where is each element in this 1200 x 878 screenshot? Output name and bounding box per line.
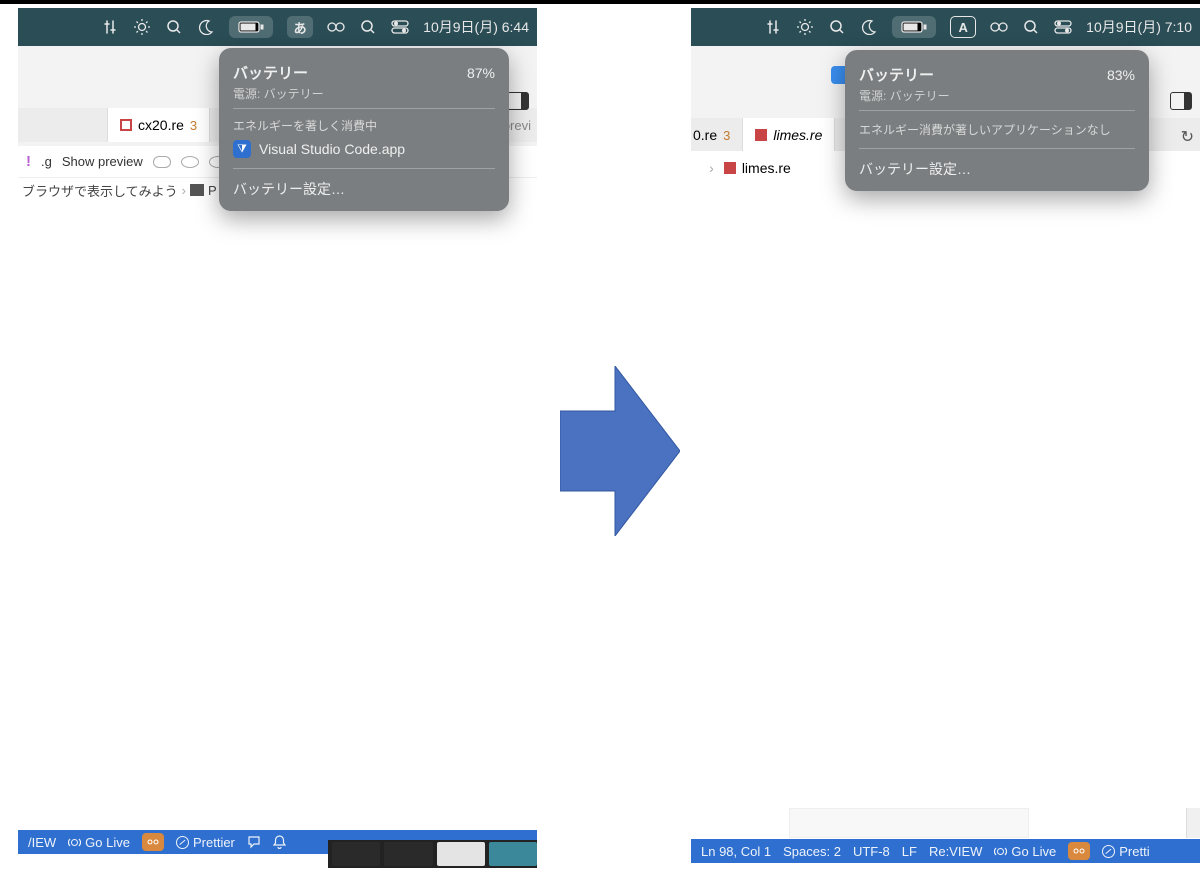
- energy-section: エネルギー消費が著しいアプリケーションなし: [859, 115, 1135, 144]
- tools-icon[interactable]: [764, 18, 782, 36]
- tab-badge: 3: [723, 128, 730, 143]
- app-name: Visual Studio Code.app: [259, 141, 405, 157]
- panel-toggle-icon[interactable]: [507, 92, 529, 110]
- thumb[interactable]: [384, 842, 432, 866]
- thumb[interactable]: [437, 842, 485, 866]
- macos-menubar: あ 10月9日(月) 6:44: [18, 8, 537, 46]
- dock-thumbnails: [328, 840, 537, 868]
- prettier-icon: [1102, 845, 1115, 858]
- status-golive[interactable]: Go Live: [68, 835, 130, 850]
- vscode-statusbar: Ln 98, Col 1 Spaces: 2 UTF-8 LF Re:VIEW …: [691, 839, 1200, 863]
- copilot-icon[interactable]: [142, 833, 164, 851]
- divider: [859, 110, 1135, 111]
- battery-percent: 87%: [467, 65, 495, 81]
- status-eol[interactable]: LF: [902, 844, 917, 859]
- energy-section: エネルギーを著しく消費中: [233, 113, 495, 136]
- tab-cx20[interactable]: cx20.re 3: [108, 108, 210, 142]
- spotlight-icon[interactable]: [1022, 18, 1040, 36]
- tab-badge: 3: [190, 118, 197, 133]
- battery-popover: バッテリー 83% 電源: バッテリー エネルギー消費が著しいアプリケーションな…: [845, 50, 1149, 191]
- link-icon[interactable]: [327, 18, 345, 36]
- bell-icon[interactable]: [273, 835, 286, 849]
- tab-label: limes.re: [773, 127, 822, 143]
- tab-limes-2[interactable]: limes.re: [718, 151, 803, 174]
- battery-settings-link[interactable]: バッテリー設定…: [233, 173, 495, 201]
- battery-popover: バッテリー 87% 電源: バッテリー エネルギーを著しく消費中 ⧩ Visua…: [219, 48, 509, 211]
- magnify-icon[interactable]: [828, 18, 846, 36]
- toggle-icon[interactable]: [153, 156, 171, 168]
- ime-indicator[interactable]: A: [950, 16, 976, 38]
- refresh-icon[interactable]: ↻: [1181, 127, 1194, 147]
- file-icon: [120, 119, 132, 131]
- status-encoding[interactable]: UTF-8: [853, 844, 890, 859]
- battery-menu-icon[interactable]: [229, 16, 273, 38]
- thumb[interactable]: [332, 842, 380, 866]
- tab-partial[interactable]: 0.re 3: [691, 118, 743, 152]
- battery-menu-icon[interactable]: [892, 16, 936, 38]
- show-preview[interactable]: Show preview: [62, 154, 143, 169]
- status-lang[interactable]: Re:VIEW: [929, 844, 982, 859]
- power-source: 電源: バッテリー: [233, 85, 495, 102]
- tab-label: 0.re: [693, 127, 717, 143]
- moon-icon[interactable]: [197, 18, 215, 36]
- magnify-icon[interactable]: [165, 18, 183, 36]
- tab-label: limes.re: [742, 160, 791, 174]
- status-prettier[interactable]: Prettier: [176, 835, 235, 850]
- copilot-icon[interactable]: [1068, 842, 1090, 860]
- divider: [233, 168, 495, 169]
- exclaim-icon: !: [26, 153, 31, 170]
- energy-app-row[interactable]: ⧩ Visual Studio Code.app: [233, 136, 495, 164]
- macos-menubar: A 10月9日(月) 7:10: [691, 8, 1200, 46]
- popover-title: バッテリー: [233, 62, 308, 83]
- filetag: .g: [41, 154, 52, 169]
- screenshot-before: あ 10月9日(月) 6:44 cx20.re 3 previ ! .g Sho…: [18, 8, 537, 868]
- circle-icon[interactable]: [181, 156, 199, 168]
- file-icon: [755, 129, 767, 141]
- arrow-right-icon: [560, 366, 680, 536]
- brightness-icon[interactable]: [133, 18, 151, 36]
- control-center-icon[interactable]: [1054, 18, 1072, 36]
- thumb[interactable]: [489, 842, 537, 866]
- power-source: 電源: バッテリー: [859, 87, 1135, 104]
- clock[interactable]: 10月9日(月) 6:44: [423, 17, 529, 37]
- breadcrumb-item-2[interactable]: P: [208, 183, 217, 198]
- clock[interactable]: 10月9日(月) 7:10: [1086, 17, 1192, 37]
- status-lang[interactable]: /IEW: [28, 835, 56, 850]
- file-icon: [724, 162, 736, 174]
- brightness-icon[interactable]: [796, 18, 814, 36]
- status-golive[interactable]: Go Live: [994, 844, 1056, 859]
- link-icon[interactable]: [990, 18, 1008, 36]
- tools-icon[interactable]: [101, 18, 119, 36]
- tab-limes[interactable]: limes.re: [743, 118, 835, 152]
- tab-label: cx20.re: [138, 117, 184, 133]
- scrollbar[interactable]: [1186, 808, 1200, 838]
- breadcrumb-icon: [190, 184, 204, 196]
- panel-toggle-icon[interactable]: [1170, 92, 1192, 110]
- battery-percent: 83%: [1107, 67, 1135, 83]
- screenshot-after: A 10月9日(月) 7:10 0.re 3 limes.re ↻ ⠀ › li…: [691, 8, 1200, 868]
- moon-icon[interactable]: [860, 18, 878, 36]
- spotlight-icon[interactable]: [359, 18, 377, 36]
- divider: [233, 108, 495, 109]
- panel-area: [789, 808, 1029, 838]
- control-center-icon[interactable]: [391, 18, 409, 36]
- chevron-right-icon: ›: [182, 183, 186, 198]
- status-pos[interactable]: Ln 98, Col 1: [701, 844, 771, 859]
- vscode-icon: ⧩: [233, 140, 251, 158]
- ime-indicator[interactable]: あ: [287, 16, 313, 38]
- prettier-icon: [176, 836, 189, 849]
- feedback-icon[interactable]: [247, 835, 261, 849]
- status-spaces[interactable]: Spaces: 2: [783, 844, 841, 859]
- divider: [859, 148, 1135, 149]
- battery-settings-link[interactable]: バッテリー設定…: [859, 153, 1135, 181]
- status-prettier[interactable]: Pretti: [1102, 844, 1149, 859]
- popover-title: バッテリー: [859, 64, 934, 85]
- breadcrumb-item[interactable]: ブラウザで表示してみよう: [22, 181, 178, 200]
- tab-hidden[interactable]: [18, 108, 108, 142]
